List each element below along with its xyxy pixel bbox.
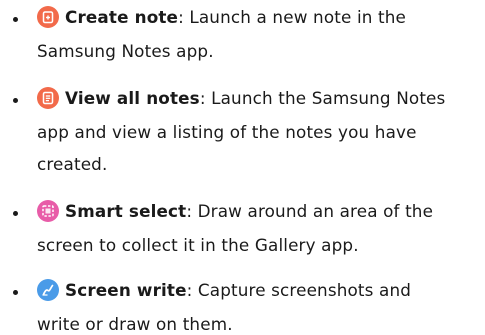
item-term: Smart select	[65, 201, 187, 221]
bullet	[13, 17, 18, 22]
item-text: Samsung Notes app.	[37, 41, 214, 61]
item-text: : Draw around an area of the	[186, 201, 434, 221]
item-text: created.	[37, 154, 108, 174]
view-all-notes-icon	[37, 87, 59, 109]
item-line-2: Samsung Notes app.	[37, 40, 214, 62]
item-term: Create note	[65, 7, 179, 27]
screen-write-icon	[37, 279, 59, 301]
item-line-3: created.	[37, 153, 107, 175]
item-term: Screen write	[65, 280, 187, 300]
item-line-1: View all notes: Launch the Samsung Notes	[37, 87, 445, 109]
item-text: : Capture screenshots and	[186, 280, 412, 300]
item-term: View all notes	[65, 88, 200, 108]
item-text: : Launch the Samsung Notes	[199, 88, 446, 108]
item-text: screen to collect it in the Gallery app.	[37, 235, 359, 255]
item-text: write or draw on them.	[37, 314, 233, 334]
item-text: app and view a listing of the notes you …	[37, 122, 417, 142]
smart-select-icon	[37, 200, 59, 222]
bullet	[13, 290, 18, 295]
item-line-2: screen to collect it in the Gallery app.	[37, 234, 359, 256]
item-line-1: Create note: Launch a new note in the	[37, 6, 406, 28]
item-text: : Launch a new note in the	[178, 7, 407, 27]
item-line-2: app and view a listing of the notes you …	[37, 121, 417, 143]
item-line-1: Screen write: Capture screenshots and	[37, 279, 411, 301]
item-line-2: write or draw on them.	[37, 313, 233, 335]
create-note-icon	[37, 6, 59, 28]
bullet	[13, 211, 18, 216]
bullet	[13, 98, 18, 103]
item-line-1: Smart select: Draw around an area of the	[37, 200, 433, 222]
